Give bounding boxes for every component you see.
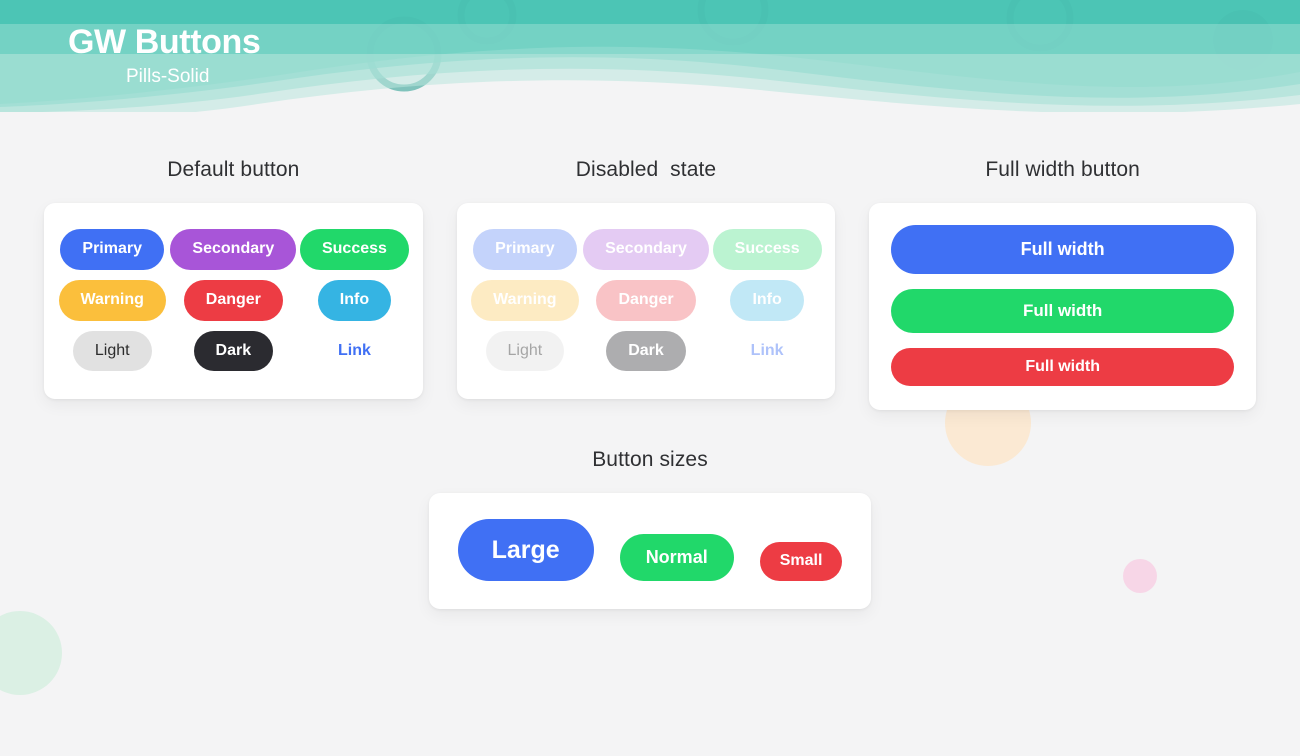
default-button-dark[interactable]: Dark — [193, 330, 274, 372]
section-title-disabled: Disabled state — [575, 158, 717, 181]
top-row: Default button Primary Secondary Success Wa… — [0, 112, 1300, 410]
default-button-success[interactable]: Success — [299, 229, 409, 270]
disabled-button-success: Success — [712, 229, 822, 270]
section-title-fullwidth: Full width button — [985, 158, 1140, 181]
disabled-button-grid: Primary Secondary Success Warning Danger Info… — [457, 203, 836, 399]
section-button-sizes: Button sizes Large Normal Small — [429, 448, 871, 610]
card-button-sizes: Large Normal Small — [429, 493, 871, 610]
section-disabled-state: Disabled state Primary Secondary Success Wa… — [456, 158, 836, 410]
section-title-sizes: Button sizes — [592, 448, 708, 471]
decorative-circle-mint — [0, 611, 62, 695]
size-button-small[interactable]: Small — [759, 542, 843, 582]
disabled-button-link: Link — [729, 331, 806, 372]
default-button-info[interactable]: Info — [317, 279, 392, 321]
disabled-button-light: Light — [485, 330, 565, 372]
disabled-button-danger: Danger — [596, 279, 696, 321]
sizes-row: Button sizes Large Normal Small — [0, 448, 1300, 610]
app-title: GW Buttons — [68, 23, 261, 61]
default-button-light[interactable]: Light — [72, 330, 152, 372]
main-content: Default button Primary Secondary Success Wa… — [0, 112, 1300, 610]
section-title-default: Default button — [167, 158, 300, 181]
disabled-button-dark: Dark — [606, 330, 686, 372]
button-sizes-list: Large Normal Small — [429, 493, 871, 609]
default-button-grid: Primary Secondary Success Warning Danger Info… — [44, 203, 423, 399]
full-width-button-list: Full width Full width Full width — [869, 203, 1256, 410]
fullwidth-button-success[interactable]: Full width — [891, 289, 1234, 333]
disabled-button-info: Info — [730, 279, 804, 321]
default-button-danger[interactable]: Danger — [183, 279, 283, 321]
default-button-primary[interactable]: Primary — [60, 229, 164, 270]
disabled-button-secondary: Secondary — [583, 229, 709, 270]
disabled-button-warning: Warning — [471, 279, 579, 321]
default-button-link[interactable]: Link — [316, 331, 393, 372]
fullwidth-button-primary[interactable]: Full width — [891, 225, 1234, 274]
card-full-width-buttons: Full width Full width Full width — [869, 203, 1256, 410]
app-subtitle: Pills-Solid — [126, 66, 210, 88]
section-default-button: Default button Primary Secondary Success Wa… — [44, 158, 423, 410]
page-header: GW Buttons Pills-Solid — [0, 0, 1300, 112]
size-button-large[interactable]: Large — [457, 519, 594, 582]
size-button-normal[interactable]: Normal — [619, 534, 734, 582]
default-button-warning[interactable]: Warning — [58, 279, 166, 321]
card-disabled-buttons: Primary Secondary Success Warning Danger Info… — [456, 203, 836, 400]
fullwidth-button-danger[interactable]: Full width — [891, 348, 1234, 386]
disabled-button-primary: Primary — [473, 229, 577, 270]
section-full-width: Full width button Full width Full width Fu… — [869, 158, 1256, 410]
default-button-secondary[interactable]: Secondary — [170, 229, 297, 270]
card-default-buttons: Primary Secondary Success Warning Danger Info… — [44, 203, 423, 400]
